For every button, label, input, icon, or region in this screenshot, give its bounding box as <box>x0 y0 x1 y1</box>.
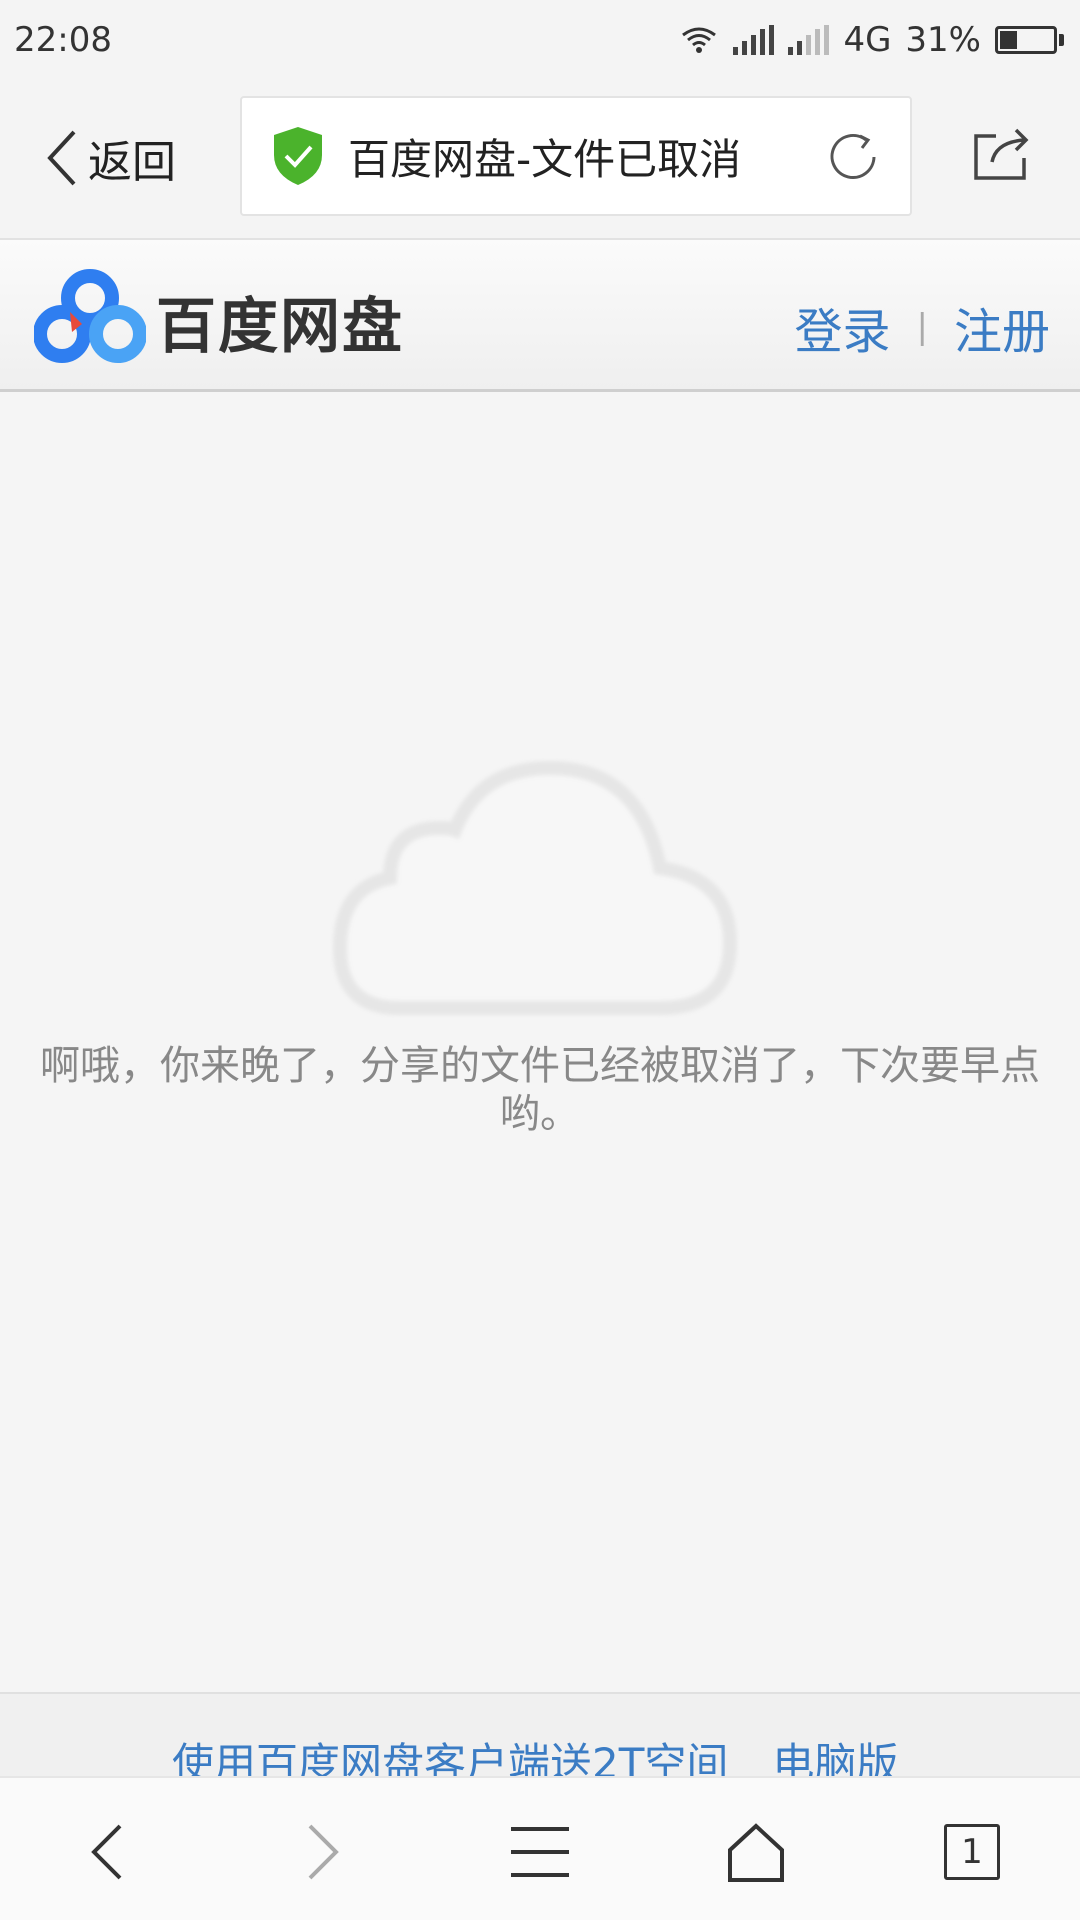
nav-forward-button[interactable] <box>284 1812 364 1892</box>
nav-tabs-button[interactable]: 1 <box>932 1812 1012 1892</box>
battery-percent: 31% <box>905 20 981 60</box>
baidu-netdisk-logo <box>34 269 146 363</box>
desktop-version-link[interactable]: 电脑版 <box>772 1730 898 1778</box>
cloud-icon <box>332 760 738 1015</box>
chevron-left-icon <box>47 130 76 186</box>
back-label: 返回 <box>88 137 176 188</box>
login-link[interactable]: 登录 <box>795 292 891 362</box>
page-title: 百度网盘-文件已取消 <box>348 134 742 184</box>
client-download-link[interactable]: 使用百度网盘客户端送2T空间 <box>172 1730 728 1778</box>
status-indicators: 4G 31% <box>679 20 1064 60</box>
browser-bottom-nav: 1 <box>0 1776 1080 1920</box>
nav-home-button[interactable] <box>716 1812 796 1892</box>
share-icon[interactable] <box>970 124 1034 184</box>
signal-sim1-icon <box>733 25 775 55</box>
browser-toolbar: 返回 百度网盘-文件已取消 <box>0 80 1080 240</box>
menu-icon <box>511 1827 569 1877</box>
screen: 22:08 4G 31% 返回 百度网盘-文件已取消 百度网盘 登录 | 注册 … <box>0 0 1080 1920</box>
battery-fill <box>1000 31 1018 49</box>
main-content: 啊哦，你来晚了，分享的文件已经被取消了，下次要早点哟。 <box>0 392 1080 1692</box>
shield-check-icon <box>274 127 322 185</box>
tab-count: 1 <box>961 1832 983 1872</box>
wifi-icon <box>682 27 717 53</box>
register-link[interactable]: 注册 <box>954 292 1050 362</box>
back-icon <box>91 1824 122 1880</box>
brand-name: 百度网盘 <box>156 292 404 362</box>
signal-sim2-icon <box>788 25 830 55</box>
footer-links: 使用百度网盘客户端送2T空间 电脑版 <box>172 1730 898 1778</box>
home-icon <box>728 1823 784 1882</box>
site-header: 百度网盘 登录 | 注册 <box>0 240 1080 392</box>
nav-menu-button[interactable] <box>500 1812 580 1892</box>
auth-links: 登录 | 注册 <box>795 292 1051 362</box>
network-type: 4G <box>843 20 892 60</box>
status-time: 22:08 <box>14 20 112 60</box>
status-bar: 22:08 4G 31% <box>0 0 1080 80</box>
battery-icon <box>995 26 1064 54</box>
nav-back-button[interactable] <box>66 1812 146 1892</box>
address-bar[interactable]: 百度网盘-文件已取消 <box>240 96 912 216</box>
forward-icon <box>308 1824 339 1880</box>
tabs-icon: 1 <box>944 1824 1000 1880</box>
footer: 使用百度网盘客户端送2T空间 电脑版 <box>0 1692 1080 1778</box>
auth-separator: | <box>916 307 928 347</box>
back-button[interactable]: 返回 <box>44 120 176 196</box>
cancelled-message: 啊哦，你来晚了，分享的文件已经被取消了，下次要早点哟。 <box>40 1043 1040 1137</box>
reload-icon[interactable] <box>824 128 882 186</box>
